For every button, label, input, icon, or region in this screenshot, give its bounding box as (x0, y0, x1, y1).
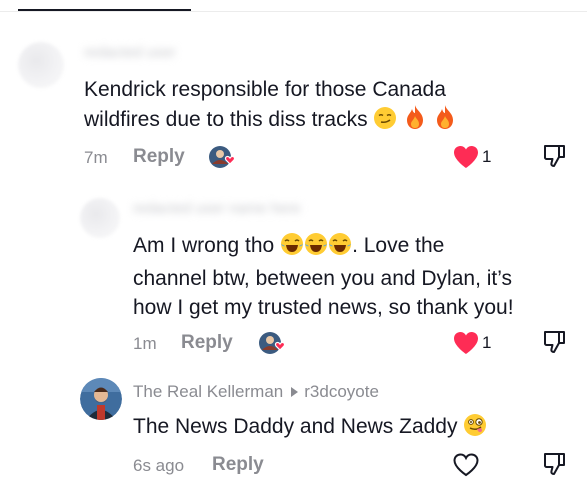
thumbs-down-icon (542, 451, 568, 477)
comment-time: 6s ago (133, 456, 185, 475)
commenter-name[interactable]: redacted user (84, 44, 176, 61)
like-button[interactable]: 1 (452, 331, 491, 355)
reply-button[interactable]: Reply (181, 332, 233, 354)
dislike-button[interactable] (542, 329, 568, 355)
fire-emoji (403, 104, 427, 138)
reply-button[interactable]: Reply (133, 146, 185, 168)
dislike-button[interactable] (542, 143, 568, 169)
commenter-avatar[interactable] (80, 198, 120, 238)
like-button[interactable] (452, 453, 480, 477)
creator-avatar[interactable] (80, 378, 122, 420)
like-button[interactable]: 1 (452, 145, 491, 169)
tears-of-joy-emoji (328, 232, 352, 264)
author-name[interactable]: The Real Kellerman (133, 382, 283, 401)
comment-time: 1m (133, 334, 157, 353)
heart-outline-icon (452, 453, 480, 477)
reply-arrow-icon (291, 387, 299, 398)
tears-of-joy-emoji (304, 232, 328, 264)
commenter-name[interactable]: redacted user name here (133, 200, 301, 217)
reply-button[interactable]: Reply (212, 454, 264, 476)
like-count: 1 (482, 147, 492, 166)
tab-divider (0, 11, 587, 12)
creator-liked-icon (258, 330, 288, 356)
comment-text: Am I wrong tho . Love the channel btw, b… (133, 232, 514, 319)
comment-text: The News Daddy and News Zaddy (133, 412, 573, 445)
smirk-emoji (373, 106, 397, 138)
dislike-button[interactable] (542, 451, 568, 477)
creator-liked-icon (208, 144, 238, 170)
reply-to-name[interactable]: r3dcoyote (304, 382, 379, 401)
heart-filled-icon (452, 145, 480, 169)
thumbs-down-icon (542, 143, 568, 169)
commenter-avatar[interactable] (18, 42, 64, 88)
zany-face-emoji (463, 413, 489, 445)
thumbs-down-icon (542, 329, 568, 355)
comment-time: 7m (84, 148, 108, 167)
fire-emoji (433, 104, 457, 138)
tears-of-joy-emoji (280, 232, 304, 264)
creator-name-line: The Real Kellerman r3dcoyote (133, 382, 379, 402)
comment-text: Kendrick responsible for those Canada wi… (84, 75, 564, 138)
like-count: 1 (482, 333, 492, 352)
heart-filled-icon (452, 331, 480, 355)
